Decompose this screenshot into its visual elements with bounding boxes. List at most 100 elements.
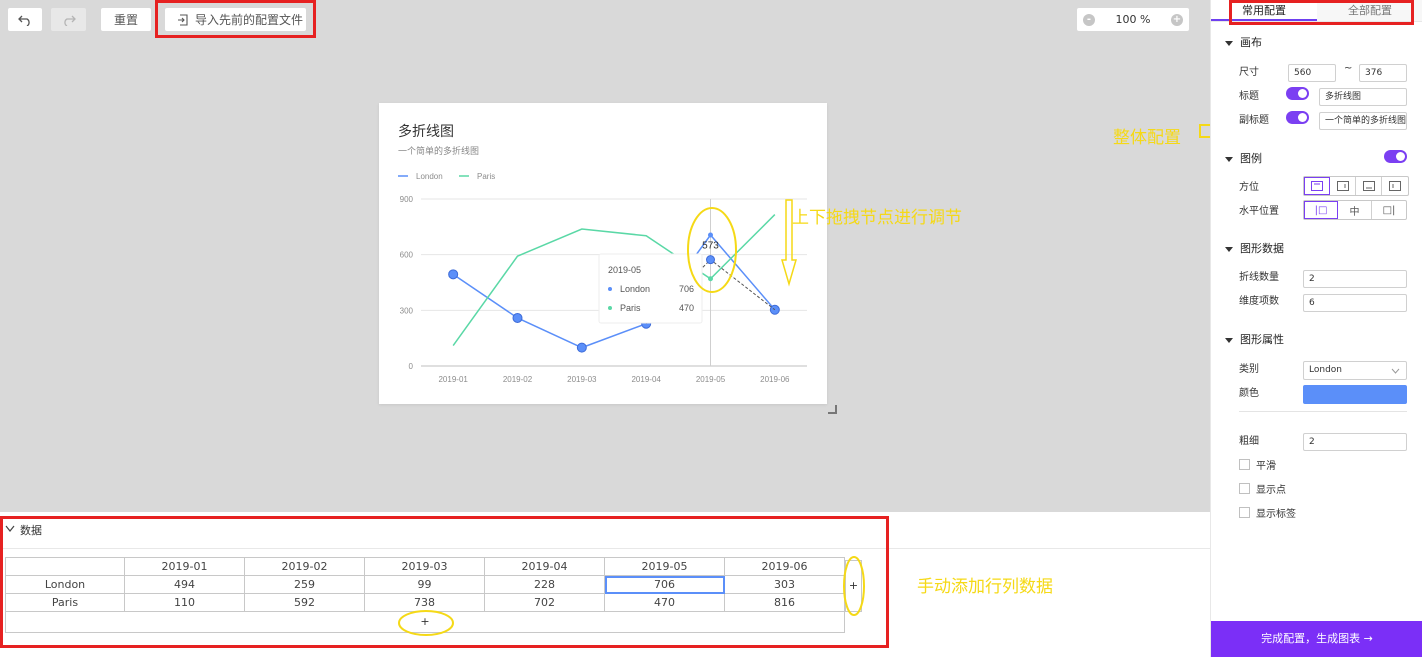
line-width-input[interactable]: 2 xyxy=(1303,433,1407,451)
tooltip-marker xyxy=(608,287,612,291)
table-cell[interactable]: 99 xyxy=(364,575,485,594)
table-cell[interactable]: London xyxy=(5,575,125,594)
height-input[interactable]: 376 xyxy=(1359,64,1407,82)
caret-down-icon xyxy=(1225,337,1233,343)
tooltip-title: 2019-05 xyxy=(608,265,641,275)
section-data-title: 图形数据 xyxy=(1240,242,1284,255)
caret-down-icon xyxy=(1225,156,1233,162)
drag-ellipse xyxy=(687,207,737,293)
global-config-note: 整体配置 xyxy=(1113,128,1181,148)
show-point-checkbox[interactable]: 显示点 xyxy=(1239,481,1286,496)
title-label: 标题 xyxy=(1239,91,1259,102)
line-count-input[interactable]: 2 xyxy=(1303,270,1407,288)
table-header-cell[interactable]: 2019-02 xyxy=(244,557,365,576)
section-legend-title: 图例 xyxy=(1240,152,1262,165)
table-row: London 494 259 99 228 706 303 xyxy=(5,575,845,594)
caret-down-icon xyxy=(1225,40,1233,46)
x-tick-label: 2019-04 xyxy=(631,375,661,384)
tab-all-config[interactable]: 全部配置 xyxy=(1317,0,1422,21)
y-tick-label: 300 xyxy=(400,306,414,315)
category-label: 类别 xyxy=(1239,364,1259,375)
table-cell[interactable]: 228 xyxy=(484,575,605,594)
subtitle-toggle[interactable] xyxy=(1286,111,1309,124)
tooltip-series-name: Paris xyxy=(620,303,641,313)
legend-toggle[interactable] xyxy=(1384,150,1407,163)
section-canvas[interactable]: 画布 xyxy=(1225,34,1262,50)
table-cell[interactable]: 702 xyxy=(484,593,605,612)
import-icon xyxy=(178,13,188,26)
add-column-ellipse xyxy=(843,556,865,616)
line-chart[interactable]: 0 300 600 900 2019-01 2019-02 2019-03 2019-04 20… xyxy=(379,103,827,404)
table-header-cell xyxy=(5,557,125,576)
dim-count-label: 维度项数 xyxy=(1239,296,1279,307)
table-cell[interactable]: 110 xyxy=(124,593,245,612)
section-legend[interactable]: 图例 xyxy=(1225,150,1262,166)
undo-button[interactable] xyxy=(8,8,42,31)
legend-top-icon[interactable] xyxy=(1304,177,1330,195)
chevron-down-icon[interactable] xyxy=(5,525,15,533)
table-cell[interactable]: 303 xyxy=(724,575,845,594)
table-cell[interactable]: 494 xyxy=(124,575,245,594)
table-header-cell[interactable]: 2019-06 xyxy=(724,557,845,576)
title-toggle[interactable] xyxy=(1286,87,1309,100)
legend-position-options xyxy=(1303,176,1409,196)
zoom-control: - 100 % + xyxy=(1077,8,1189,31)
table-cell[interactable]: 259 xyxy=(244,575,365,594)
align-left-option[interactable]: |□ xyxy=(1304,201,1338,219)
section-props[interactable]: 图形属性 xyxy=(1225,331,1284,347)
color-label: 颜色 xyxy=(1239,388,1259,399)
redo-icon xyxy=(63,15,76,26)
subtitle-input[interactable]: 一个简单的多折线图 xyxy=(1319,112,1407,130)
color-swatch[interactable] xyxy=(1303,385,1407,404)
table-header-cell[interactable]: 2019-03 xyxy=(364,557,485,576)
checkbox-icon xyxy=(1239,483,1250,494)
table-cell[interactable]: 592 xyxy=(244,593,365,612)
table-header-cell[interactable]: 2019-04 xyxy=(484,557,605,576)
dim-count-input[interactable]: 6 xyxy=(1303,294,1407,312)
table-cell-selected[interactable]: 706 xyxy=(604,575,725,594)
align-center-option[interactable]: 中 xyxy=(1338,201,1372,219)
table-header-cell[interactable]: 2019-05 xyxy=(604,557,725,576)
x-tick-label: 2019-05 xyxy=(696,375,726,384)
config-tabs: 常用配置 全部配置 xyxy=(1211,0,1422,22)
section-data[interactable]: 图形数据 xyxy=(1225,240,1284,256)
width-input[interactable]: 560 xyxy=(1288,64,1336,82)
smooth-checkbox[interactable]: 平滑 xyxy=(1239,457,1276,472)
align-options: |□ 中 □| xyxy=(1303,200,1407,220)
table-cell[interactable]: Paris xyxy=(5,593,125,612)
category-select[interactable]: London xyxy=(1303,361,1407,380)
zoom-out-button[interactable]: - xyxy=(1083,13,1095,26)
x-tick-label: 2019-06 xyxy=(760,375,790,384)
table-cell[interactable]: 816 xyxy=(724,593,845,612)
drag-hint-note: 上下拖拽节点进行调节 xyxy=(792,208,962,228)
finish-config-button[interactable]: 完成配置，生成图表 → xyxy=(1211,621,1422,657)
reset-button[interactable]: 重置 xyxy=(101,8,151,31)
legend-left-icon[interactable] xyxy=(1382,177,1408,195)
legend-item: London xyxy=(416,172,443,181)
table-header-cell[interactable]: 2019-01 xyxy=(124,557,245,576)
show-point-label: 显示点 xyxy=(1256,485,1286,496)
smooth-label: 平滑 xyxy=(1256,461,1276,472)
legend-position-label: 方位 xyxy=(1239,182,1259,193)
align-right-option[interactable]: □| xyxy=(1372,201,1406,219)
import-config-button[interactable]: 导入先前的配置文件 xyxy=(165,8,306,31)
data-point xyxy=(512,312,523,323)
tooltip-marker xyxy=(608,306,612,310)
redo-button[interactable] xyxy=(51,8,86,31)
size-separator: ~ xyxy=(1344,63,1353,74)
table-header-row: 2019-01 2019-02 2019-03 2019-04 2019-05 … xyxy=(5,557,845,576)
title-input[interactable]: 多折线图 xyxy=(1319,88,1407,106)
data-panel-header[interactable]: 数据 xyxy=(0,512,1210,549)
y-tick-label: 0 xyxy=(409,362,414,371)
y-tick-label: 900 xyxy=(400,195,414,204)
legend-bottom-icon[interactable] xyxy=(1356,177,1382,195)
legend-right-icon[interactable] xyxy=(1330,177,1356,195)
zoom-in-button[interactable]: + xyxy=(1170,13,1183,26)
table-cell[interactable]: 470 xyxy=(604,593,725,612)
undo-icon xyxy=(18,15,30,26)
tab-common-config[interactable]: 常用配置 xyxy=(1211,0,1317,21)
data-point xyxy=(448,269,459,280)
show-label-checkbox[interactable]: 显示标签 xyxy=(1239,505,1296,520)
resize-handle-icon[interactable] xyxy=(828,405,837,414)
add-row-ellipse xyxy=(398,610,454,636)
